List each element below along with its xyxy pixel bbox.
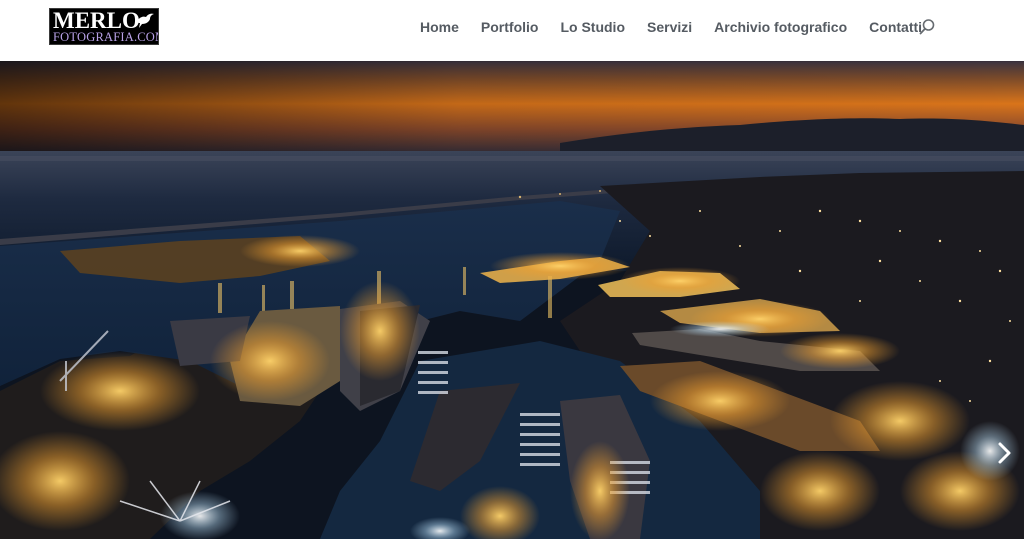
bird-icon xyxy=(137,13,154,28)
site-logo[interactable]: MERLO FOTOGRAFIA.COM xyxy=(49,8,159,45)
nav-servizi[interactable]: Servizi xyxy=(647,19,692,35)
site-header: MERLO FOTOGRAFIA.COM Home Portfolio Lo S… xyxy=(0,0,1024,61)
hero-slider xyxy=(0,61,1024,539)
nav-archivio-fotografico[interactable]: Archivio fotografico xyxy=(714,19,847,35)
nav-portfolio[interactable]: Portfolio xyxy=(481,19,539,35)
logo-subtitle: FOTOGRAFIA.COM xyxy=(53,30,159,44)
chevron-right-icon[interactable] xyxy=(994,438,1016,468)
nav-home[interactable]: Home xyxy=(420,19,459,35)
main-nav: Home Portfolio Lo Studio Servizi Archivi… xyxy=(420,17,922,37)
nav-contatti[interactable]: Contatti xyxy=(869,19,922,35)
nav-lo-studio[interactable]: Lo Studio xyxy=(560,19,625,35)
search-icon[interactable] xyxy=(918,18,936,36)
hero-photo xyxy=(0,61,1024,539)
